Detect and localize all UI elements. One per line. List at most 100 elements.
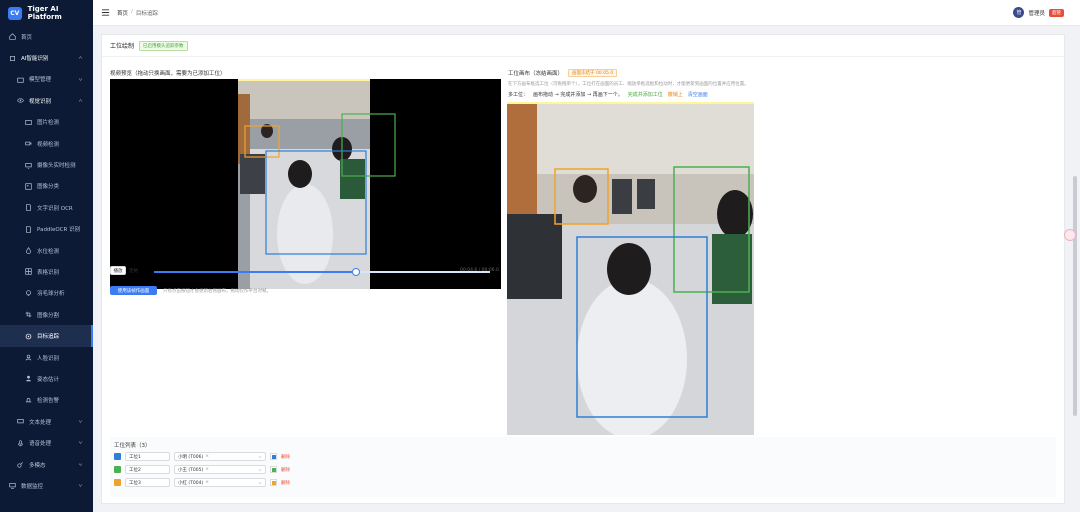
video-preview-title: 视频预览（拖动只换画面，需要为已添加工位） <box>110 71 226 77</box>
nav-model-label: 模型管理 <box>29 77 52 84</box>
workflow-hint: 多工位： 画布拖动 → 完成并添加 → 再画下一个。 完成并添加工位 撤销上 清… <box>508 91 708 98</box>
nav-segment[interactable]: 图像分割 <box>0 304 93 325</box>
nav-item-label: 水位检测 <box>37 248 60 255</box>
nav-alert[interactable]: 检测告警 <box>0 390 93 411</box>
nav-image-class[interactable]: 图像分类 <box>0 176 93 197</box>
nav-monitor-label: 数据监控 <box>21 483 44 490</box>
remove-person-icon[interactable]: × <box>205 480 209 485</box>
station-name-input[interactable]: 工位1 <box>125 452 170 461</box>
station-checkbox[interactable] <box>270 466 277 473</box>
nav-multimodal-label: 多模态 <box>29 462 46 469</box>
station-checkbox[interactable] <box>270 453 277 460</box>
assistant-float-icon[interactable] <box>1064 229 1076 241</box>
crop-icon <box>25 311 32 318</box>
nav-model-mgmt[interactable]: 模型管理 <box>0 69 93 90</box>
chevron-up-icon <box>78 56 83 60</box>
station-name-input[interactable]: 工位2 <box>125 465 170 474</box>
bell-icon <box>25 397 32 404</box>
nav-paddleocr[interactable]: PaddleOCR 识别 <box>0 219 93 240</box>
remove-person-icon[interactable]: × <box>205 467 209 472</box>
user-menu[interactable]: 管 管理员 超管 <box>1013 7 1064 18</box>
clear-link[interactable]: 清空画面 <box>688 91 708 98</box>
hint-text: 只有点击按钮才会更新右侧画布，拖动仅作平台对帧。 <box>163 289 271 294</box>
person-select[interactable]: 小明 (T006) × <box>174 452 266 461</box>
station-color-swatch[interactable] <box>114 466 121 473</box>
doc-icon <box>25 226 32 233</box>
nav-item-label: 图片检测 <box>37 120 60 127</box>
page-scrollbar[interactable] <box>1072 26 1078 512</box>
delete-station-link[interactable]: 删除 <box>281 467 290 473</box>
use-frame-button[interactable]: 使用该帧作画面 <box>110 286 157 295</box>
nav-vision[interactable]: 视觉识别 <box>0 90 93 111</box>
nav-item-label: 人脸识别 <box>37 355 60 362</box>
mic-icon <box>17 439 24 447</box>
nav-table[interactable]: 表格识别 <box>0 261 93 282</box>
nav-water-level[interactable]: 水位检测 <box>0 240 93 261</box>
nav-tracking[interactable]: 目标追踪 <box>0 325 93 348</box>
freeze-label: 定格 <box>129 269 138 274</box>
section-header: 工位绘制 已启用模头追踪参数 <box>102 35 1064 57</box>
nav-face[interactable]: 人脸识别 <box>0 347 93 368</box>
nav-multimodal[interactable]: 多模态 <box>0 454 93 475</box>
station-checkbox[interactable] <box>270 479 277 486</box>
nav-speech-label: 语音处理 <box>29 441 52 448</box>
person-select[interactable]: 小王 (T005) × <box>174 465 266 474</box>
nav-home[interactable]: 首页 <box>0 26 93 47</box>
brand: CV Tiger AI Platform <box>0 0 93 26</box>
nav-pose[interactable]: 姿态估计 <box>0 368 93 389</box>
nav-video-detect[interactable]: 视频检测 <box>0 133 93 154</box>
image-icon <box>25 119 32 126</box>
nav-item-label: 视频检测 <box>37 141 60 148</box>
chevron-down-icon <box>258 469 262 472</box>
progress-track[interactable] <box>154 268 490 276</box>
nav-ai-group[interactable]: AI智能识别 <box>0 47 93 68</box>
chevron-down-icon <box>78 441 83 445</box>
menu-toggle-icon[interactable] <box>101 8 110 17</box>
station-color-swatch[interactable] <box>114 479 121 486</box>
username: 管理员 <box>1028 10 1045 17</box>
nav-badminton[interactable]: 羽毛球分析 <box>0 283 93 304</box>
station-canvas[interactable] <box>507 102 754 435</box>
video-preview[interactable] <box>110 79 501 289</box>
nav-item-label: 目标追踪 <box>37 334 60 341</box>
station-list-title: 工位列表（3） <box>114 443 151 449</box>
nav-item-label: 姿态估计 <box>37 376 60 383</box>
app-name: Tiger AI Platform <box>27 5 62 21</box>
nav-camera-detect[interactable]: 摄像头实时检测 <box>0 154 93 175</box>
video-frame <box>110 79 501 289</box>
progress-thumb[interactable] <box>351 268 360 276</box>
selected-person: 小王 (T005) <box>178 467 204 473</box>
nav-speech[interactable]: 语音处理 <box>0 432 93 453</box>
crumb-home[interactable]: 首页 <box>117 9 128 17</box>
station-row: 工位2 小王 (T005) × 删除 <box>114 464 290 475</box>
flow-prefix: 多工位： <box>508 92 529 98</box>
nav-image-detect[interactable]: 图片检测 <box>0 112 93 133</box>
crumb-current: 目标追踪 <box>135 10 158 17</box>
station-name-input[interactable]: 工位3 <box>125 478 170 487</box>
status-tag: 已启用模头追踪参数 <box>139 40 188 51</box>
selected-person: 小明 (T006) <box>178 454 204 460</box>
avatar: 管 <box>1013 7 1025 18</box>
nav-text[interactable]: 文本处理 <box>0 411 93 432</box>
nav-item-label: 图像分类 <box>37 184 60 191</box>
frozen-tag: 画面冻结于 00:05.0 <box>568 69 618 77</box>
drop-icon <box>25 247 32 255</box>
delete-station-link[interactable]: 删除 <box>281 454 290 460</box>
scrollbar-thumb[interactable] <box>1073 176 1077 416</box>
station-color-swatch[interactable] <box>114 453 121 460</box>
station-row: 工位1 小明 (T006) × 删除 <box>114 451 290 462</box>
nav-monitor[interactable]: 数据监控 <box>0 475 93 496</box>
flow-steps: 画布拖动 → 完成并添加 → 再画下一个。 <box>533 92 623 98</box>
layers-icon <box>17 461 24 468</box>
nav-ocr[interactable]: 文字识别 OCR <box>0 197 93 218</box>
undo-link[interactable]: 撤销上 <box>668 91 683 98</box>
delete-station-link[interactable]: 删除 <box>281 480 290 486</box>
remove-person-icon[interactable]: × <box>205 454 209 459</box>
person-select[interactable]: 小红 (T004) × <box>174 478 266 487</box>
add-station-link[interactable]: 完成并添加工位 <box>628 91 663 98</box>
face-icon <box>25 354 32 361</box>
progress-fill <box>154 271 356 273</box>
play-button[interactable]: 播放 <box>110 266 126 275</box>
chevron-up-icon <box>78 99 83 102</box>
station-list: 工位列表（3） 工位1 小明 (T006) × 删除 工位2 小王 (T005) ×… <box>110 437 1056 497</box>
